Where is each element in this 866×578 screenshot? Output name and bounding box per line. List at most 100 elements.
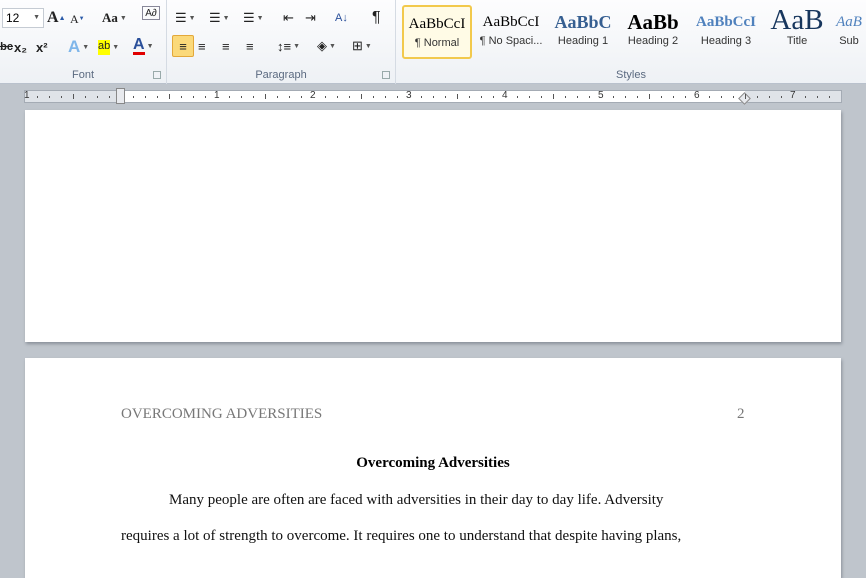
document-title: Overcoming Adversities <box>356 455 510 471</box>
ruler-number: 6 <box>694 90 700 101</box>
clear-formatting-icon[interactable]: A∂ <box>142 6 160 20</box>
superscript-button[interactable]: x² <box>36 36 48 58</box>
ruler-tick <box>97 96 98 98</box>
ruler-tick <box>193 96 194 98</box>
ruler-tick <box>541 96 542 98</box>
ruler-tick <box>613 96 614 98</box>
ruler-tick <box>517 96 518 98</box>
bullets-button[interactable]: ☰ ▼ <box>175 7 196 29</box>
ruler-tick <box>577 96 578 98</box>
text-effects-button[interactable]: A ▼ <box>68 36 89 58</box>
decrease-indent-button[interactable]: ⇤ <box>283 7 294 29</box>
line-spacing-button[interactable]: ↕≡ ▼ <box>277 35 300 57</box>
align-left-button[interactable]: ≡ <box>172 35 194 57</box>
sort-button[interactable]: A↓ <box>335 7 348 29</box>
grow-font-button[interactable]: A ▲ <box>47 7 66 29</box>
ruler-tick <box>565 96 566 98</box>
ruler-tick <box>145 96 146 98</box>
paragraph-group-label: Paragraph <box>255 69 307 81</box>
ruler-number: 2 <box>310 90 316 101</box>
page-1 <box>25 110 841 342</box>
ruler-tick <box>805 96 806 98</box>
numbering-button[interactable]: ☰ ▼ <box>209 7 230 29</box>
ruler-tick <box>673 96 674 98</box>
ruler-number: 1 <box>24 90 30 101</box>
ruler-tick <box>493 96 494 98</box>
style-no-spacing[interactable]: AaBbCcI ¶ No Spaci... <box>476 5 546 59</box>
align-right-button[interactable]: ≡ <box>222 35 230 57</box>
ribbon: 12 ▼ A▲ A▼ Aa▼ A∂ abc x₂ x² A▼ ab▼ A▼ Fon… <box>0 0 866 84</box>
chevron-down-icon: ▼ <box>33 14 40 21</box>
ruler-tick <box>133 96 134 98</box>
font-color-button[interactable]: A ▼ <box>133 35 154 57</box>
horizontal-ruler[interactable]: 1 1 2 3 4 5 6 7 <box>24 88 842 105</box>
style-subtitle[interactable]: AaB Sub <box>832 5 866 59</box>
ruler-number: 1 <box>214 90 220 101</box>
ruler-tick <box>553 94 554 99</box>
ruler-tick <box>589 96 590 98</box>
subscript-button[interactable]: x₂ <box>14 36 27 58</box>
ruler-tick <box>421 96 422 98</box>
ruler-tick <box>469 96 470 98</box>
font-group: 12 ▼ A▲ A▼ Aa▼ A∂ abc x₂ x² A▼ ab▼ A▼ Fon… <box>0 0 167 84</box>
shading-button[interactable]: ◈ ▼ <box>317 35 336 57</box>
indent-marker[interactable] <box>116 88 125 104</box>
ruler-tick <box>265 94 266 99</box>
ruler-tick <box>37 96 38 98</box>
font-dialog-launcher[interactable] <box>153 71 161 79</box>
header-title: OVERCOMING ADVERSITIES <box>121 406 323 422</box>
ruler-tick <box>769 96 770 98</box>
ruler-tick <box>481 96 482 98</box>
borders-button[interactable]: ⊞ ▼ <box>352 35 372 57</box>
body-line: Many people are often are faced with adv… <box>169 492 664 508</box>
show-formatting-button[interactable]: ¶ <box>372 7 381 29</box>
change-case-button[interactable]: Aa ▼ <box>102 7 127 29</box>
shrink-font-button[interactable]: A ▼ <box>70 8 85 30</box>
ruler-tick <box>709 96 710 98</box>
increase-indent-button[interactable]: ⇥ <box>305 7 316 29</box>
align-center-button[interactable]: ≡ <box>198 35 206 57</box>
ruler-tick <box>277 96 278 98</box>
justify-button[interactable]: ≡ <box>246 35 254 57</box>
ruler-tick <box>73 94 74 99</box>
ruler-tick <box>373 96 374 98</box>
ruler-tick <box>181 96 182 98</box>
ruler-tick <box>757 96 758 98</box>
paragraph-dialog-launcher[interactable] <box>382 71 390 79</box>
style-heading-3[interactable]: AaBbCcI Heading 3 <box>691 5 761 59</box>
ruler-tick <box>241 96 242 98</box>
ruler-tick <box>337 96 338 98</box>
ruler-tick <box>445 96 446 98</box>
ruler-tick <box>733 96 734 98</box>
multilevel-list-button[interactable]: ☰ ▼ <box>243 7 264 29</box>
ruler-number: 4 <box>502 90 508 101</box>
ruler-tick <box>781 96 782 98</box>
ruler-tick <box>433 96 434 98</box>
paragraph-group: ☰ ▼ ☰ ▼ ☰ ▼ ⇤ ⇥ A↓ ¶ ≡ ≡ ≡ ≡ ↕≡ ▼ ◈ ▼ ⊞ ▼ Para… <box>167 0 396 84</box>
styles-group-label: Styles <box>616 69 646 81</box>
font-group-label: Font <box>71 69 94 81</box>
page-2[interactable]: OVERCOMING ADVERSITIES 2 Overcoming Adve… <box>25 358 841 578</box>
ruler-tick <box>397 96 398 98</box>
ruler-tick <box>625 96 626 98</box>
ruler-tick <box>385 96 386 98</box>
style-title[interactable]: AaB Title <box>762 5 832 59</box>
ruler-tick <box>301 96 302 98</box>
font-size-box[interactable]: 12 ▼ <box>2 8 44 28</box>
ruler-tick <box>661 96 662 98</box>
ruler-tick <box>637 96 638 98</box>
style-normal[interactable]: AaBbCcI ¶ Normal <box>402 5 472 59</box>
ruler-tick <box>157 96 158 98</box>
ruler-number: 5 <box>598 90 604 101</box>
styles-group: AaBbCcI ¶ Normal AaBbCcI ¶ No Spaci... AaB… <box>396 0 866 84</box>
ruler-tick <box>325 96 326 98</box>
strikethrough-button[interactable]: abc <box>0 36 13 58</box>
font-size-value: 12 <box>6 11 20 25</box>
style-heading-2[interactable]: AaBb Heading 2 <box>618 5 688 59</box>
ruler-tick <box>685 96 686 98</box>
ruler-tick <box>349 96 350 98</box>
highlight-button[interactable]: ab ▼ <box>98 36 119 58</box>
style-heading-1[interactable]: AaBbC Heading 1 <box>548 5 618 59</box>
ruler-number: 7 <box>790 90 796 101</box>
ruler-tick <box>721 96 722 98</box>
